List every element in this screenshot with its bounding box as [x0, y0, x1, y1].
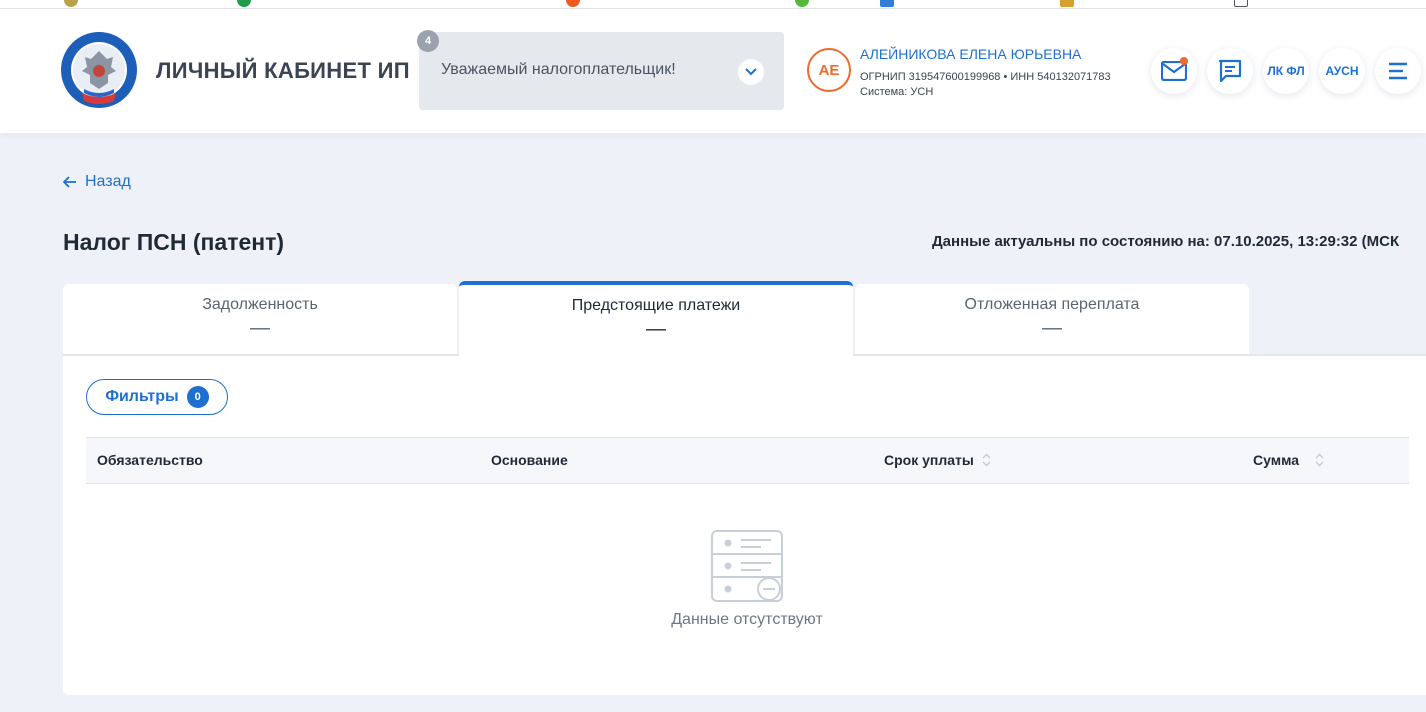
- column-header-obligation[interactable]: Обязательство: [97, 452, 203, 468]
- chat-button[interactable]: [1207, 48, 1253, 94]
- ausn-button[interactable]: АУСН: [1319, 48, 1365, 94]
- back-label: Назад: [85, 173, 131, 190]
- tab-upcoming-payments[interactable]: Предстоящие платежи —: [459, 281, 853, 357]
- bookmark-icon[interactable]: [566, 0, 580, 7]
- notice-dropdown[interactable]: 4 Уважаемый налогоплательщик!: [417, 30, 784, 110]
- fns-logo[interactable]: [60, 31, 138, 109]
- brand-title: ЛИЧНЫЙ КАБИНЕТ ИП: [156, 58, 410, 83]
- bookmark-icon[interactable]: [237, 0, 251, 7]
- mail-button[interactable]: [1151, 48, 1197, 94]
- header: ЛИЧНЫЙ КАБИНЕТ ИП 4 Уважаемый налогоплат…: [0, 9, 1426, 133]
- user-meta: ОГРНИП 319547600199968 • ИНН 54013207178…: [860, 70, 1111, 100]
- sort-icon[interactable]: [1315, 453, 1324, 467]
- notice-count-badge: 4: [417, 30, 439, 52]
- filters-button[interactable]: Фильтры 0: [86, 379, 228, 415]
- sort-icon[interactable]: [982, 453, 991, 467]
- empty-state-text: Данные отсутствуют: [671, 611, 823, 628]
- table-header: Обязательство Основание Срок уплаты Сумм…: [86, 437, 1409, 484]
- tab-label: Предстоящие платежи: [571, 297, 741, 314]
- filters-label: Фильтры: [105, 388, 179, 405]
- avatar[interactable]: АЕ: [807, 48, 851, 92]
- column-label: Срок уплаты: [884, 452, 974, 468]
- bookmark-icon[interactable]: [795, 0, 809, 7]
- user-ids: ОГРНИП 319547600199968 • ИНН 54013207178…: [860, 71, 1111, 83]
- user-system: Система: УСН: [860, 86, 934, 98]
- page-title: Налог ПСН (патент): [63, 229, 285, 255]
- bookmark-icon[interactable]: [1060, 0, 1074, 7]
- back-link[interactable]: Назад: [63, 173, 131, 191]
- column-header-amount[interactable]: Сумма: [1253, 452, 1324, 468]
- arrow-left-icon: [63, 176, 76, 188]
- user-name[interactable]: АЛЕЙНИКОВА ЕЛЕНА ЮРЬЕВНА: [860, 46, 1081, 62]
- data-actuality-status: Данные актуальны по состоянию на: 07.10.…: [932, 233, 1400, 250]
- chevron-down-icon[interactable]: [738, 59, 764, 85]
- column-label: Обязательство: [97, 452, 203, 468]
- content-panel: Фильтры 0 Обязательство Основание Срок у…: [63, 354, 1426, 695]
- unread-indicator: [1180, 57, 1188, 65]
- tab-value: —: [1042, 317, 1062, 339]
- tab-deferred-overpayment[interactable]: Отложенная переплата —: [855, 284, 1249, 354]
- tab-label: Задолженность: [202, 296, 318, 313]
- menu-button[interactable]: [1375, 48, 1421, 94]
- filters-count-badge: 0: [186, 386, 209, 408]
- tab-label: Отложенная переплата: [964, 296, 1140, 313]
- bookmark-icon[interactable]: [1234, 0, 1248, 7]
- notice-text: Уважаемый налогоплательщик!: [441, 61, 676, 78]
- tab-value: —: [250, 317, 270, 339]
- hamburger-icon: [1389, 62, 1407, 80]
- empty-list-icon: [711, 530, 785, 609]
- bookmark-icon[interactable]: [880, 0, 894, 7]
- column-header-basis[interactable]: Основание: [491, 452, 568, 468]
- column-label: Основание: [491, 452, 568, 468]
- tab-value: —: [646, 318, 666, 340]
- column-label: Сумма: [1253, 452, 1300, 468]
- bookmark-icon[interactable]: [64, 0, 78, 7]
- tab-debt[interactable]: Задолженность —: [63, 284, 457, 354]
- column-header-due-date[interactable]: Срок уплаты: [884, 452, 991, 468]
- lk-fl-button[interactable]: ЛК ФЛ: [1263, 48, 1309, 94]
- chat-icon: [1218, 59, 1242, 83]
- bookmarks-bar: [0, 0, 1426, 9]
